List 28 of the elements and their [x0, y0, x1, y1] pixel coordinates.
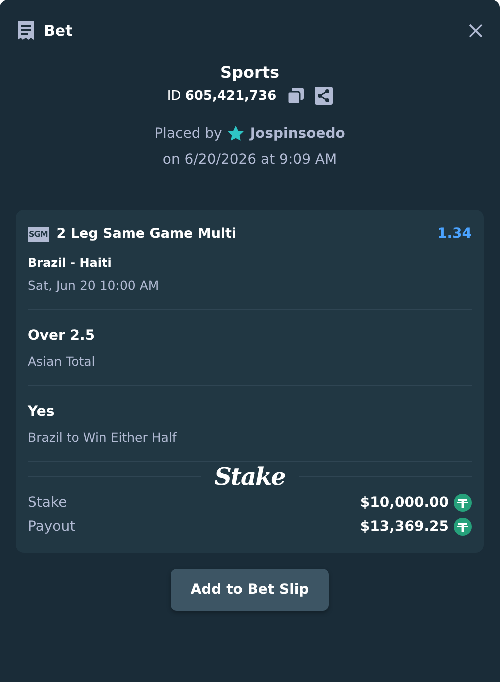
total-label: Stake	[28, 495, 68, 511]
bet-id: ID 605,421,736	[167, 88, 277, 104]
odds: 1.34	[437, 226, 472, 242]
add-to-bet-slip-button[interactable]: Add to Bet Slip	[170, 569, 330, 611]
star-icon	[227, 125, 246, 143]
copy-icon[interactable]	[286, 87, 305, 105]
bet-category: Sports	[220, 63, 280, 82]
total-label: Payout	[28, 519, 76, 535]
coin-icon	[454, 518, 472, 536]
receipt-icon	[16, 20, 36, 42]
total-amount: $13,369.25	[360, 519, 449, 535]
brand-logo: Stake	[214, 462, 286, 491]
total-amount: $10,000.00	[360, 495, 449, 511]
placed-date: on 6/20/2026 at 9:09 AM	[162, 152, 338, 168]
leg-selection: Over 2.5	[28, 328, 96, 344]
event-name: Brazil - Haiti	[28, 256, 113, 270]
close-icon[interactable]	[468, 23, 484, 39]
sgm-icon: SGM	[28, 226, 49, 242]
bet-type: 2 Leg Same Game Multi	[56, 226, 238, 242]
share-icon[interactable]	[314, 87, 333, 105]
leg-selection: Yes	[28, 404, 56, 420]
leg-market: Brazil to Win Either Half	[28, 430, 178, 445]
coin-icon	[454, 494, 472, 512]
username[interactable]: Jospinsoedo	[250, 126, 346, 142]
placed-by-label: Placed by	[154, 126, 222, 142]
leg-market: Asian Total	[28, 354, 96, 369]
event-time: Sat, Jun 20 10:00 AM	[28, 278, 472, 310]
dialog-title: Bet	[44, 22, 73, 40]
